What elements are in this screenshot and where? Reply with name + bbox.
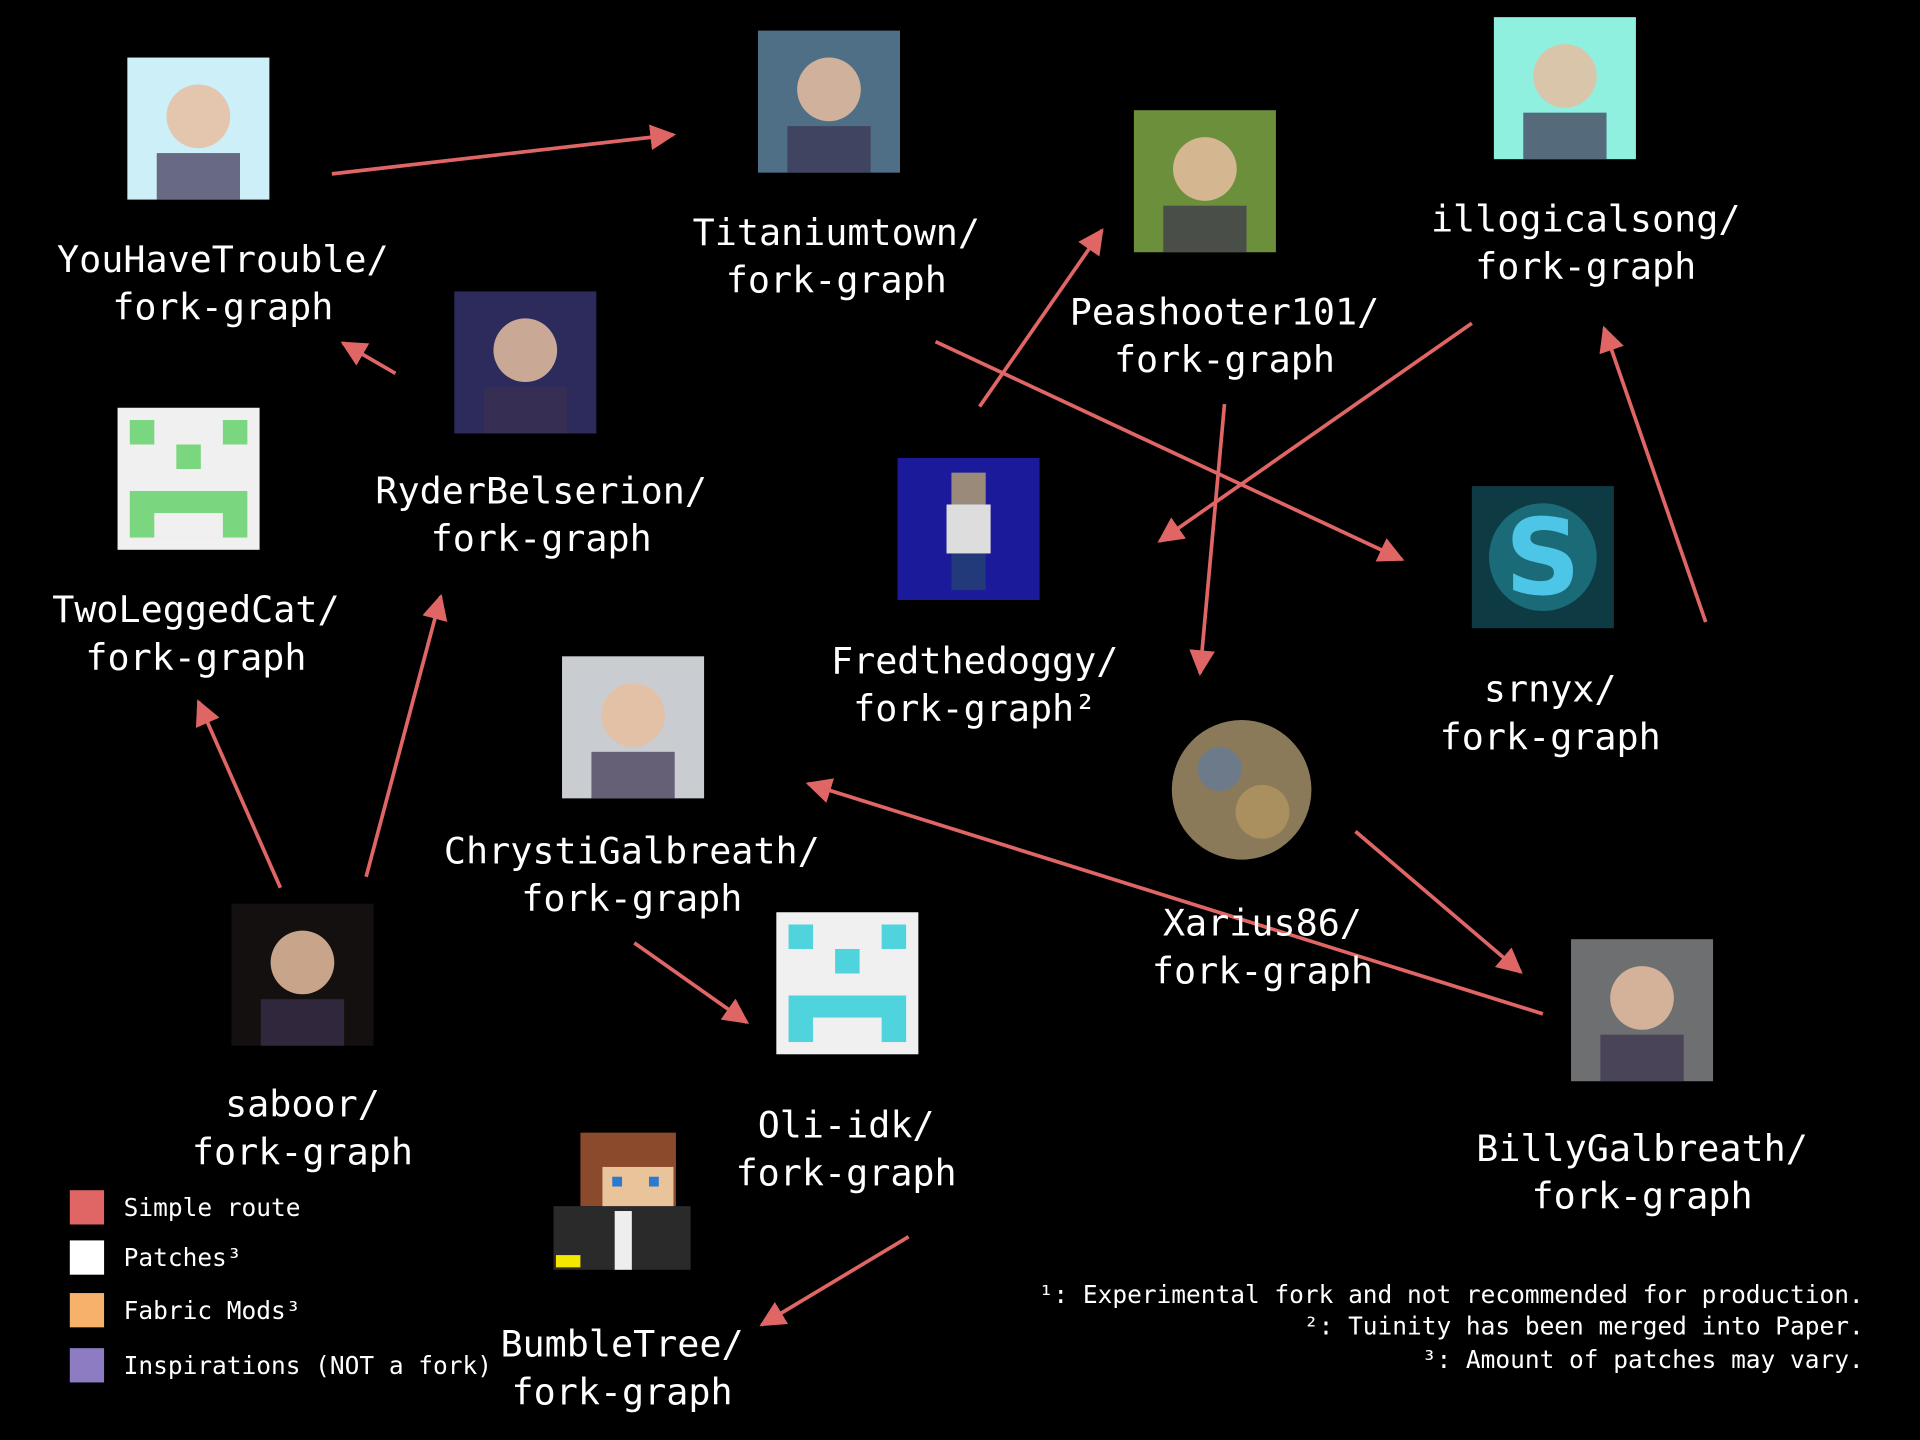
node-label-repo[interactable]: fork-graph: [1440, 715, 1661, 758]
edge-peashooter101-to-xarius86: [1189, 403, 1227, 677]
node-label-owner[interactable]: saboor/: [225, 1083, 380, 1126]
node-label-owner[interactable]: Xarius86/: [1163, 902, 1362, 945]
edge-saboor-to-ryderbelserion: [364, 593, 448, 878]
edge-xarius86-to-billygalbreath: [1354, 830, 1523, 974]
node-label-owner[interactable]: ChrystiGalbreath/: [444, 829, 820, 872]
node-bumbletree: BumbleTree/fork-graph: [500, 1132, 744, 1413]
nodes: YouHaveTrouble/fork-graphTitaniumtown/fo…: [52, 17, 1808, 1413]
node-label-repo[interactable]: fork-graph: [521, 877, 742, 920]
node-label-repo[interactable]: fork-graph: [1532, 1175, 1753, 1218]
node-illogicalsong: illogicalsong/fork-graph: [1431, 17, 1740, 288]
legend-swatch: [69, 1348, 105, 1383]
legend-item: Simple route: [69, 1190, 301, 1225]
node-label-repo[interactable]: fork-graph: [85, 636, 306, 679]
node-twoleggedcat: TwoLeggedCat/fork-graph: [52, 407, 340, 679]
node-label-repo[interactable]: fork-graph²: [853, 687, 1096, 730]
node-xarius86: Xarius86/fork-graph: [1152, 720, 1373, 992]
node-youhavetrouble: YouHaveTrouble/fork-graph: [57, 57, 389, 329]
node-label-owner[interactable]: Titaniumtown/: [693, 211, 980, 254]
node-label-owner[interactable]: YouHaveTrouble/: [57, 238, 389, 281]
node-label-repo[interactable]: fork-graph: [512, 1370, 733, 1413]
legend-item: Fabric Mods³: [69, 1293, 301, 1328]
edge-youhavetrouble-to-titaniumtown: [331, 124, 677, 176]
node-chrystigalbreath: ChrystiGalbreath/fork-graph: [444, 656, 820, 920]
node-saboor: saboor/fork-graph: [192, 903, 413, 1173]
node-label-owner[interactable]: BillyGalbreath/: [1476, 1127, 1808, 1170]
node-label-owner[interactable]: Oli-idk/: [758, 1104, 935, 1147]
node-label-owner[interactable]: TwoLeggedCat/: [52, 588, 339, 631]
legend-swatch: [69, 1240, 105, 1275]
node-label-owner[interactable]: RyderBelserion/: [375, 469, 707, 512]
legend-swatch: [69, 1293, 105, 1328]
node-srnyx: Ssrnyx/fork-graph: [1440, 486, 1661, 758]
node-label-owner[interactable]: Fredthedoggy/: [831, 639, 1118, 682]
node-fredthedoggy: Fredthedoggy/fork-graph²: [831, 457, 1118, 730]
node-label-owner[interactable]: srnyx/: [1484, 668, 1617, 711]
edge-ryderbelserion-to-youhavetrouble: [340, 341, 397, 376]
legend-swatch: [69, 1190, 105, 1225]
node-label-repo[interactable]: fork-graph: [431, 517, 652, 560]
legend-label: Patches³: [124, 1243, 242, 1272]
footnote: ²: Tuinity has been merged into Paper.: [1304, 1312, 1864, 1341]
node-label-owner[interactable]: illogicalsong/: [1431, 197, 1740, 240]
legend: Simple route Patches³ Fabric Mods³ Inspirat…: [69, 1190, 492, 1383]
edge-chrystigalbreath-to-oli-idk: [633, 941, 750, 1024]
node-label-repo[interactable]: fork-graph: [112, 286, 333, 329]
edge-saboor-to-twoleggedcat: [195, 699, 283, 889]
node-peashooter101: Peashooter101/fork-graph: [1070, 110, 1380, 381]
fork-graph-diagram: YouHaveTrouble/fork-graphTitaniumtown/fo…: [52, 17, 1864, 1413]
planet-avatar: [1171, 720, 1312, 860]
edge-oli-idk-to-bumbletree: [759, 1235, 910, 1327]
legend-label: Inspirations (NOT a fork): [124, 1351, 492, 1380]
legend-label: Simple route: [124, 1193, 301, 1222]
node-label-repo[interactable]: fork-graph: [1152, 949, 1373, 992]
legend-item: Patches³: [69, 1240, 242, 1275]
footnote: ¹: Experimental fork and not recommended…: [1039, 1280, 1864, 1309]
node-label-repo[interactable]: fork-graph: [192, 1130, 413, 1173]
svg-text:S: S: [1505, 496, 1581, 619]
node-billygalbreath: BillyGalbreath/fork-graph: [1476, 939, 1808, 1218]
node-ryderbelserion: RyderBelserion/fork-graph: [375, 291, 707, 560]
node-label-repo[interactable]: fork-graph: [736, 1151, 957, 1194]
node-label-repo[interactable]: fork-graph: [726, 259, 947, 302]
footnotes: ¹: Experimental fork and not recommended…: [1039, 1280, 1864, 1374]
node-oli-idk: Oli-idk/fork-graph: [736, 912, 957, 1194]
edge-srnyx-to-illogicalsong: [1599, 325, 1708, 623]
node-label-repo[interactable]: fork-graph: [1475, 245, 1696, 288]
node-label-owner[interactable]: BumbleTree/: [500, 1323, 743, 1366]
node-titaniumtown: Titaniumtown/fork-graph: [693, 30, 980, 302]
legend-label: Fabric Mods³: [124, 1296, 301, 1325]
node-label-owner[interactable]: Peashooter101/: [1070, 290, 1380, 333]
minecraft-skin-avatar: [553, 1132, 691, 1270]
node-label-repo[interactable]: fork-graph: [1114, 338, 1335, 381]
legend-item: Inspirations (NOT a fork): [69, 1348, 492, 1383]
footnote: ³: Amount of patches may vary.: [1422, 1345, 1864, 1374]
